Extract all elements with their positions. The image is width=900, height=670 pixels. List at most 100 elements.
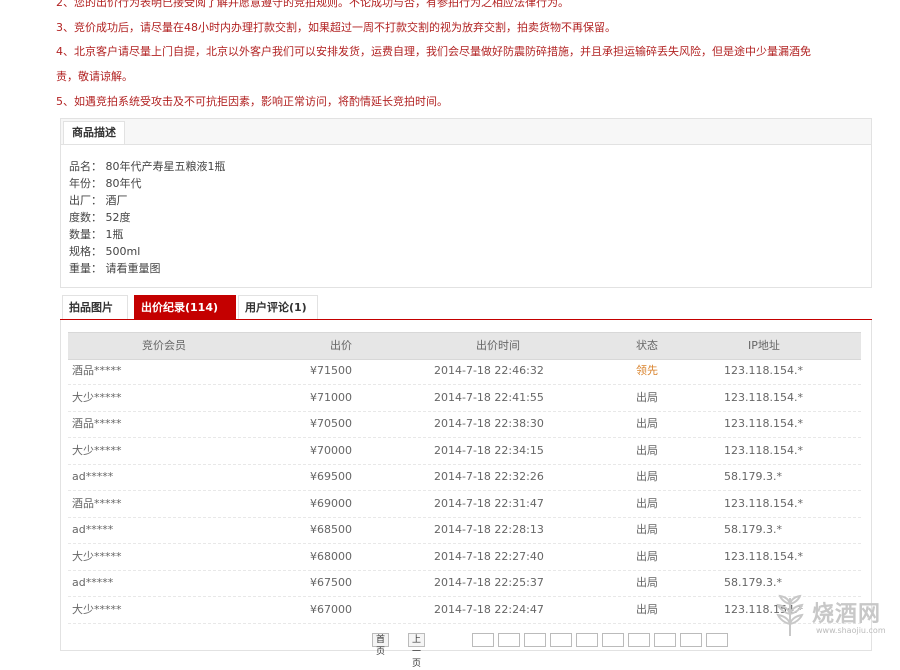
cell-member: 酒品***** (72, 417, 122, 430)
table-row: 大少***** ¥71000 2014-7-18 22:41:55 出局 123.118… (68, 385, 861, 412)
cell-ip: 58.179.3.* (724, 470, 782, 483)
cell-status: 出局 (636, 390, 658, 404)
table-row: 大少***** ¥67000 2014-7-18 22:24:47 出局 123.118… (68, 597, 861, 624)
tab-item-photos[interactable]: 拍品图片 (62, 295, 128, 319)
cell-price: ¥71000 (310, 390, 352, 404)
detail-tabs: 拍品图片 出价纪录(114) 用户评论(1) (60, 295, 872, 321)
cell-time: 2014-7-18 22:28:13 (434, 523, 544, 536)
watermark-url: www.shaojiu.com (816, 626, 886, 635)
bid-records-table: 竞价会员 出价 出价时间 状态 IP地址 酒品***** ¥71500 2014-7… (68, 332, 861, 624)
watermark-text: 烧酒网 (812, 602, 882, 627)
wheat-logo-icon (776, 594, 804, 636)
site-watermark: 烧酒网 www.shaojiu.com (768, 592, 900, 640)
spec-weight: 重量： 请看重量图 (69, 262, 161, 275)
first-page-button[interactable]: 首页 (372, 633, 390, 657)
table-row: 酒品***** ¥69000 2014-7-18 22:31:47 出局 123.118… (68, 491, 861, 518)
cell-time: 2014-7-18 22:38:30 (434, 417, 544, 430)
col-header-ip: IP地址 (748, 339, 780, 352)
tab-product-description[interactable]: 商品描述 (63, 121, 125, 144)
page-number-button[interactable] (550, 633, 572, 647)
cell-status: 出局 (636, 496, 658, 510)
table-row: 大少***** ¥68000 2014-7-18 22:27:40 出局 123.118… (68, 544, 861, 571)
cell-price: ¥68000 (310, 549, 352, 563)
cell-price: ¥67000 (310, 602, 352, 616)
cell-ip: 123.118.154.* (724, 496, 803, 510)
cell-price: ¥70000 (310, 443, 352, 457)
cell-status: 出局 (636, 470, 658, 483)
cell-time: 2014-7-18 22:46:32 (434, 364, 544, 377)
cell-member: 酒品***** (72, 364, 122, 377)
cell-status: 出局 (636, 576, 658, 589)
tab-bid-records[interactable]: 出价纪录(114) (134, 295, 236, 319)
cell-price: ¥70500 (310, 417, 352, 430)
page-number-button[interactable] (628, 633, 650, 647)
spec-quantity: 数量： 1瓶 (69, 228, 124, 241)
cell-member: ad***** (72, 576, 114, 589)
rule-line-2: 2、您的出价行为表明已接受阅了解并愿意遵守的竞拍规则。不论成功与否，有参拍行为之… (56, 0, 569, 9)
cell-price: ¥67500 (310, 576, 352, 589)
table-row: ad***** ¥69500 2014-7-18 22:32:26 出局 58.179.… (68, 464, 861, 491)
cell-status: 出局 (636, 417, 658, 430)
table-row: 酒品***** ¥70500 2014-7-18 22:38:30 出局 123.118… (68, 411, 861, 438)
page-number-button[interactable] (654, 633, 676, 647)
cell-status: 领先 (636, 364, 658, 377)
col-header-member: 竞价会员 (142, 339, 186, 352)
spec-year: 年份： 80年代 (69, 177, 142, 190)
rule-line-5: 5、如遇竞拍系统受攻击及不可抗拒因素，影响正常访问，将酌情延长竞拍时间。 (56, 95, 448, 108)
cell-time: 2014-7-18 22:41:55 (434, 390, 544, 404)
page-number-button[interactable] (472, 633, 494, 647)
cell-ip: 123.118.154.* (724, 549, 803, 563)
tab-user-comments[interactable]: 用户评论(1) (238, 295, 318, 319)
cell-time: 2014-7-18 22:32:26 (434, 470, 544, 483)
cell-member: 酒品***** (72, 496, 122, 510)
cell-price: ¥68500 (310, 523, 352, 536)
cell-time: 2014-7-18 22:27:40 (434, 549, 544, 563)
col-header-status: 状态 (636, 339, 658, 352)
table-row: 大少***** ¥70000 2014-7-18 22:34:15 出局 123.118… (68, 438, 861, 465)
rule-line-4: 4、北京客户请尽量上门自提，北京以外客户我们可以安排发货，运费自理，我们会尽量做… (56, 45, 811, 58)
spec-proof: 度数： 52度 (69, 211, 131, 224)
cell-member: 大少***** (72, 549, 122, 563)
cell-time: 2014-7-18 22:25:37 (434, 576, 544, 589)
col-header-price: 出价 (330, 339, 352, 352)
cell-member: 大少***** (72, 390, 122, 404)
table-row: 酒品***** ¥71500 2014-7-18 22:46:32 领先 123.118… (68, 358, 861, 385)
spec-name: 品名： 80年代产寿星五粮液1瓶 (69, 160, 226, 173)
rule-line-4-continued: 责，敬请谅解。 (56, 70, 133, 83)
cell-ip: 123.118.154.* (724, 364, 803, 377)
spec-volume: 规格： 500ml (69, 245, 141, 258)
cell-ip: 123.118.154.* (724, 443, 803, 457)
cell-status: 出局 (636, 523, 658, 536)
cell-price: ¥69000 (310, 496, 352, 510)
cell-price: ¥69500 (310, 470, 352, 483)
cell-member: ad***** (72, 523, 114, 536)
table-row: ad***** ¥68500 2014-7-18 22:28:13 出局 58.179.… (68, 517, 861, 544)
cell-status: 出局 (636, 602, 658, 616)
cell-ip: 123.118.154.* (724, 390, 803, 404)
page-number-button[interactable] (680, 633, 702, 647)
cell-member: 大少***** (72, 602, 122, 616)
cell-time: 2014-7-18 22:34:15 (434, 443, 544, 457)
page-number-button[interactable] (498, 633, 520, 647)
cell-member: 大少***** (72, 443, 122, 457)
table-header: 竞价会员 出价 出价时间 状态 IP地址 (68, 332, 861, 360)
cell-time: 2014-7-18 22:24:47 (434, 602, 544, 616)
cell-status: 出局 (636, 549, 658, 563)
col-header-time: 出价时间 (476, 339, 520, 352)
page-number-button[interactable] (524, 633, 546, 647)
spec-factory: 出厂： 酒厂 (69, 194, 128, 207)
cell-time: 2014-7-18 22:31:47 (434, 496, 544, 510)
cell-ip: 123.118.154.* (724, 417, 803, 430)
rule-line-3: 3、竞价成功后，请尽量在48小时内办理打款交割，如果超过一周不打款交割的视为放弃… (56, 21, 616, 34)
page-number-button[interactable] (576, 633, 598, 647)
page-number-button[interactable] (602, 633, 624, 647)
cell-member: ad***** (72, 470, 114, 483)
description-header: 商品描述 (61, 119, 871, 145)
cell-ip: 58.179.3.* (724, 523, 782, 536)
table-row: ad***** ¥67500 2014-7-18 22:25:37 出局 58.179.… (68, 570, 861, 597)
page-number-button[interactable] (706, 633, 728, 647)
cell-price: ¥71500 (310, 364, 352, 377)
prev-page-button[interactable]: 上一页 (408, 633, 426, 669)
cell-status: 出局 (636, 443, 658, 457)
product-description-panel: 商品描述 品名： 80年代产寿星五粮液1瓶 年份： 80年代 出厂： 酒厂 度数… (60, 118, 872, 288)
